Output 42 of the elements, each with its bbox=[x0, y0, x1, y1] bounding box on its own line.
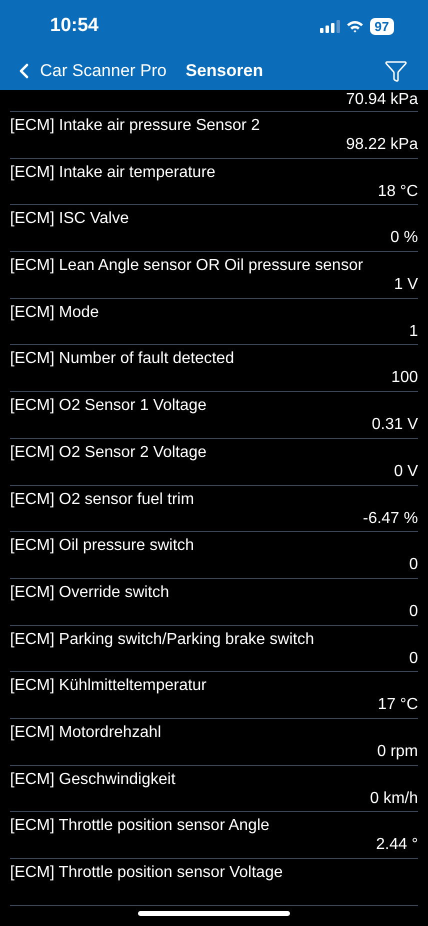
sensor-value: 70.94 kPa bbox=[346, 90, 418, 110]
sensor-value: 17 °C bbox=[378, 695, 418, 716]
sensor-value: 0.31 V bbox=[372, 415, 418, 436]
sensor-name: [ECM] Geschwindigkeit bbox=[10, 770, 176, 790]
sensor-value: 100 bbox=[391, 368, 418, 388]
sensor-value: 0 rpm bbox=[377, 742, 418, 762]
sensor-name: [ECM] Oil pressure switch bbox=[10, 536, 194, 556]
sensor-name: [ECM] Motordrehzahl bbox=[10, 722, 162, 743]
battery-indicator: 97 bbox=[370, 18, 394, 34]
filter-icon bbox=[384, 59, 408, 83]
sensor-name: [ECM] Kühlmitteltemperatur bbox=[10, 676, 207, 696]
sensor-name: [ECM] O2 Sensor 1 Voltage bbox=[10, 396, 207, 416]
signal-icon bbox=[320, 20, 340, 32]
sensor-name: [ECM] Mode bbox=[10, 302, 99, 323]
wifi-icon bbox=[346, 20, 364, 32]
sensor-name: [ECM] Lean Angle sensor OR Oil pressure sensor bbox=[10, 256, 364, 276]
sensor-name: [ECM] O2 sensor fuel trim bbox=[10, 490, 194, 510]
page-title: Sensoren bbox=[186, 60, 264, 82]
sensor-value: 0 bbox=[409, 555, 418, 576]
sensor-name: [ECM] O2 Sensor 2 Voltage bbox=[10, 442, 207, 463]
sensor-name: [ECM] Override switch bbox=[10, 582, 170, 603]
sensor-value: 18 °C bbox=[378, 182, 418, 202]
filter-button[interactable] bbox=[384, 59, 408, 83]
sensor-name: [ECM] Parking switch/Parking brake switch bbox=[10, 630, 314, 650]
sensor-value: 0 km/h bbox=[370, 788, 418, 809]
sensor-value: 0 bbox=[409, 648, 418, 669]
sensor-value: 2.44 ° bbox=[376, 835, 418, 856]
sensor-name: [ECM] Intake air pressure Sensor 2 bbox=[10, 116, 260, 136]
sensor-value: 0 V bbox=[394, 462, 418, 482]
status-time: 10:54 bbox=[50, 14, 99, 38]
back-button[interactable]: Car Scanner Pro bbox=[12, 58, 167, 84]
sensor-value: 1 bbox=[409, 322, 418, 342]
sensor-name: [ECM] ISC Valve bbox=[10, 209, 129, 230]
sensor-name: [ECM] Throttle position sensor Angle bbox=[10, 816, 270, 836]
sensor-value: 0 bbox=[409, 602, 418, 622]
sensor-value: 1 V bbox=[394, 275, 418, 296]
sensor-value: 0 % bbox=[390, 228, 418, 248]
sensor-name: [ECM] Throttle position sensor Voltage bbox=[10, 863, 283, 883]
sensor-name: [ECM] Number of fault detected bbox=[10, 349, 234, 370]
sensor-name: [ECM] Intake air temperature bbox=[10, 162, 216, 183]
sensor-value: 98.22 kPa bbox=[346, 135, 418, 155]
sensor-value: -6.47 % bbox=[362, 508, 418, 528]
